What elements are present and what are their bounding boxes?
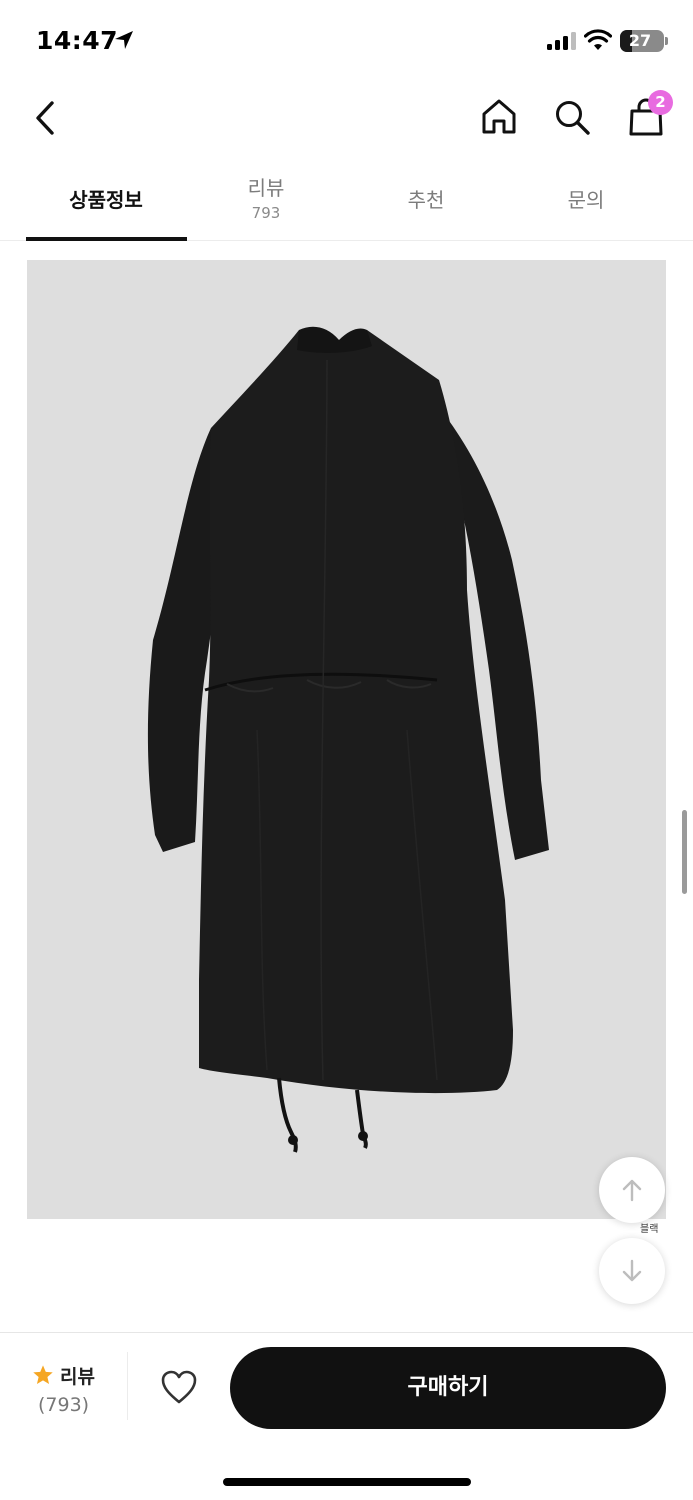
tab-label: 문의 — [567, 188, 605, 212]
tab-inquiry[interactable]: 문의 — [506, 160, 666, 241]
back-icon[interactable] — [28, 98, 62, 138]
home-icon[interactable] — [479, 97, 519, 137]
review-count[interactable]: (793) — [38, 1394, 89, 1416]
signal-icon — [547, 32, 576, 50]
buy-button[interactable]: 구매하기 — [230, 1347, 666, 1429]
color-option-label: 블랙 — [640, 1224, 659, 1235]
bottom-divider — [127, 1352, 128, 1420]
tab-label: 리뷰 — [247, 176, 285, 200]
search-icon[interactable] — [552, 97, 592, 137]
star-icon — [33, 1365, 53, 1384]
status-bar: 14:47 27 — [0, 0, 693, 80]
arrow-up-icon — [622, 1179, 642, 1202]
tab-label: 상품정보 — [69, 188, 143, 212]
tab-recommend[interactable]: 추천 — [346, 160, 506, 241]
product-image[interactable] — [27, 260, 666, 1219]
battery-icon: 27 — [620, 30, 668, 52]
tab-reviews[interactable]: 리뷰 793 — [186, 160, 346, 241]
battery-nub — [665, 37, 668, 45]
scroll-down-button[interactable] — [599, 1238, 665, 1304]
battery-percent: 27 — [628, 31, 652, 50]
coat-illustration — [147, 326, 549, 1153]
scroll-up-button[interactable] — [599, 1157, 665, 1223]
arrow-down-icon — [622, 1259, 642, 1282]
cart-count-badge: 2 — [648, 90, 673, 115]
wifi-icon — [584, 29, 612, 50]
heart-icon[interactable] — [160, 1369, 198, 1405]
tab-review-count: 793 — [251, 204, 281, 222]
tab-active-indicator — [26, 237, 187, 241]
home-indicator — [223, 1478, 471, 1486]
status-time: 14:47 — [36, 26, 119, 55]
product-tabs: 상품정보 리뷰 793 추천 문의 — [0, 160, 693, 241]
review-label[interactable]: 리뷰 — [60, 1362, 95, 1389]
tab-product-info[interactable]: 상품정보 — [26, 160, 186, 241]
tab-label: 추천 — [407, 188, 445, 212]
location-arrow-icon — [115, 31, 133, 49]
page-scrollbar[interactable] — [682, 810, 687, 894]
